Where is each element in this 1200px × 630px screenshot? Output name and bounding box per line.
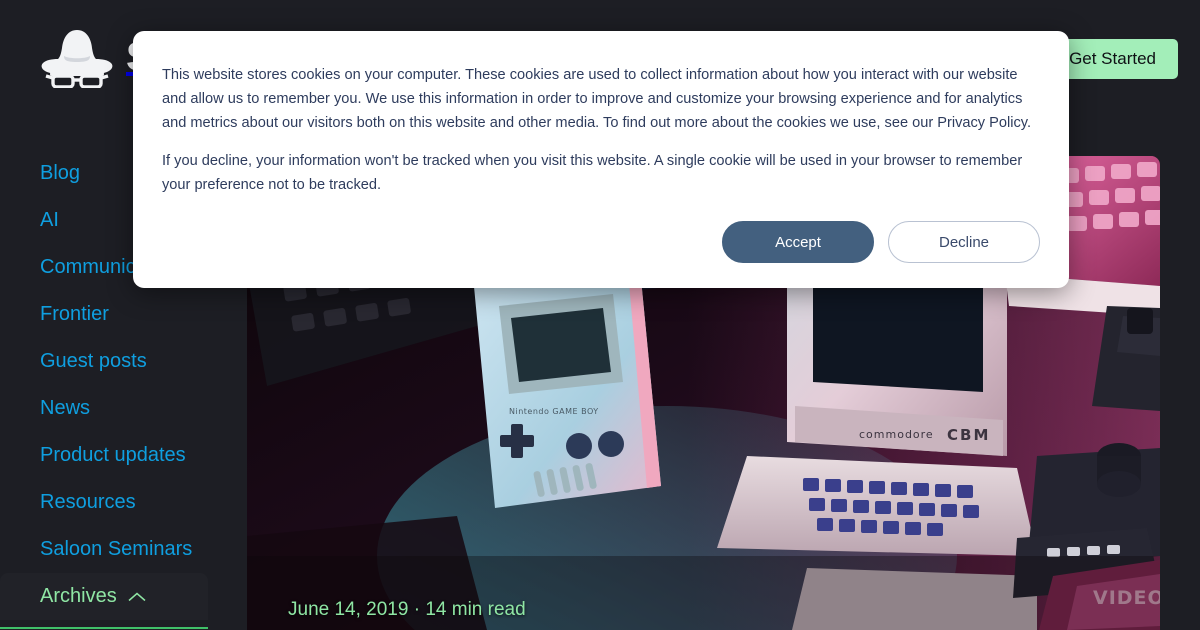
sidebar-item-frontier[interactable]: Frontier [0,291,212,338]
chevron-up-icon [128,592,146,601]
sidebar-item-label: Saloon Seminars [40,538,193,560]
sidebar-item-archives[interactable]: Archives [0,573,208,620]
cookie-consent-dialog: This website stores cookies on your comp… [133,31,1069,288]
sidebar-item-guest-posts[interactable]: Guest posts [0,338,212,385]
sidebar-item-saloon-seminars[interactable]: Saloon Seminars [0,526,212,573]
cookie-actions: Accept Decline [722,221,1040,263]
article-meta: June 14, 2019 · 14 min read [288,599,526,620]
sidebar-item-label: Blog [40,162,81,184]
sidebar-item-label: Guest posts [40,350,147,372]
sidebar-active-underline [0,627,208,629]
cowboy-hat-glasses-icon [41,30,113,88]
sidebar-item-label: Resources [40,491,136,513]
cookie-paragraph-1: This website stores cookies on your comp… [162,67,1032,131]
cookie-decline-button[interactable]: Decline [888,221,1040,263]
sidebar-item-news[interactable]: News [0,385,212,432]
svg-text:CBM: CBM [947,426,990,444]
sidebar-item-resources[interactable]: Resources [0,479,212,526]
sidebar-item-label: Archives [40,585,117,607]
sidebar-item-label: Frontier [40,303,109,325]
sidebar-item-label: AI [40,209,59,231]
sidebar-item-label: Product updates [40,444,186,466]
svg-text:commodore: commodore [859,428,934,441]
cookie-paragraph-2: If you decline, your information won't b… [162,153,1023,193]
cookie-accept-button[interactable]: Accept [722,221,874,263]
page-root: Sourcegraph Get Started Blog AI Communic… [0,0,1200,630]
sidebar-item-product-updates[interactable]: Product updates [0,432,212,479]
svg-text:Nintendo GAME BOY: Nintendo GAME BOY [509,407,599,416]
sidebar-item-label: News [40,397,91,419]
